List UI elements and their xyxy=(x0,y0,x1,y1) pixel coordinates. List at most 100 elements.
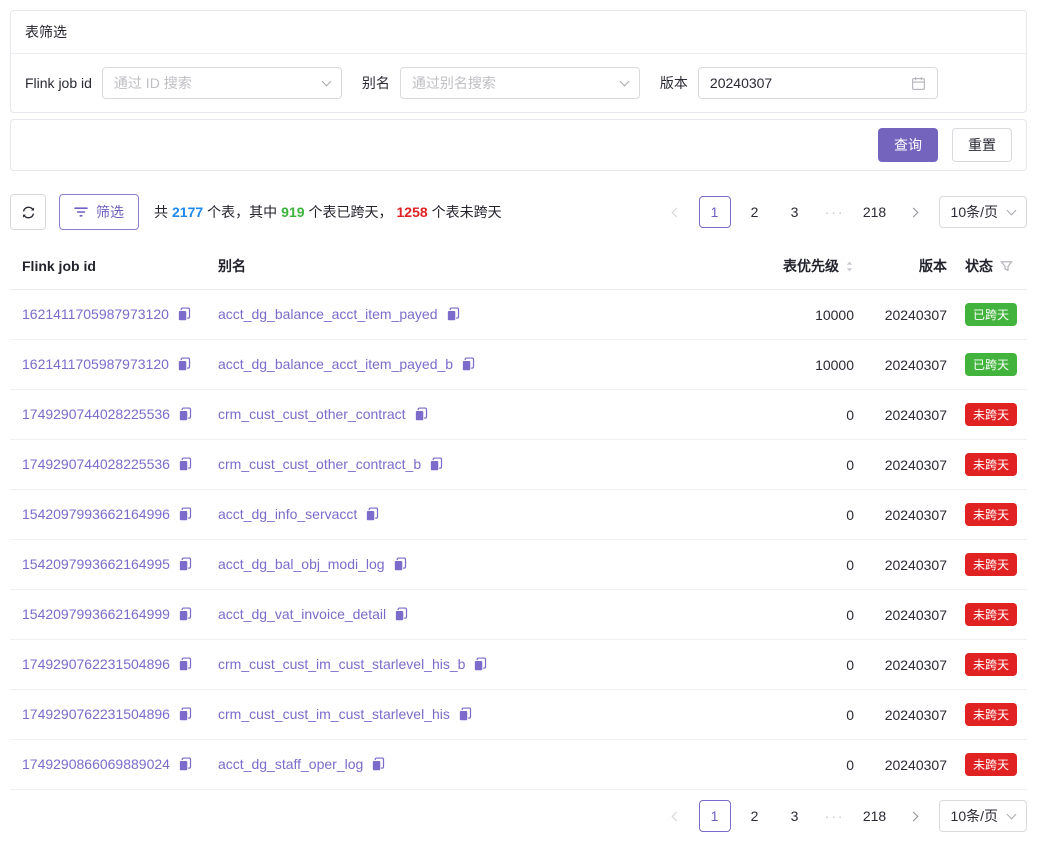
alias-value[interactable]: acct_dg_bal_obj_modi_log xyxy=(218,556,385,572)
table-row[interactable]: 1542097993662164996 acct_dg_info_servacc… xyxy=(10,490,1027,540)
version-value: 20240307 xyxy=(856,590,951,640)
pagination-page-218[interactable]: 218 xyxy=(859,800,891,832)
refresh-button[interactable] xyxy=(10,194,46,230)
chevron-down-icon xyxy=(1007,205,1017,215)
copy-icon[interactable] xyxy=(394,607,408,624)
reset-button[interactable]: 重置 xyxy=(952,128,1012,162)
pagination-page-3[interactable]: 3 xyxy=(779,800,811,832)
pagination-page-2[interactable]: 2 xyxy=(739,196,771,228)
flink-job-id-value[interactable]: 1621411705987973120 xyxy=(22,356,169,372)
bottom-pagination-slot: 123···218 10条/页 xyxy=(659,800,1027,832)
pagination-page-218[interactable]: 218 xyxy=(859,196,891,228)
version-date-input[interactable]: 20240307 xyxy=(698,67,938,99)
table-row[interactable]: 1749290762231504896 crm_cust_cust_im_cus… xyxy=(10,640,1027,690)
priority-value: 0 xyxy=(746,440,856,490)
alias-value[interactable]: crm_cust_cust_other_contract xyxy=(218,406,406,422)
alias-select[interactable]: 通过别名搜索 xyxy=(400,67,640,99)
table-row[interactable]: 1542097993662164995 acct_dg_bal_obj_modi… xyxy=(10,540,1027,590)
flink-job-id-placeholder: 通过 ID 搜索 xyxy=(114,73,192,93)
flink-job-id-value[interactable]: 1749290744028225536 xyxy=(22,456,170,472)
flink-job-id-value[interactable]: 1542097993662164995 xyxy=(22,556,170,572)
copy-icon[interactable] xyxy=(458,707,472,724)
copy-icon[interactable] xyxy=(177,307,191,324)
status-badge: 已跨天 xyxy=(965,303,1017,326)
copy-icon[interactable] xyxy=(178,507,192,524)
header-status[interactable]: 状态 xyxy=(951,243,1027,290)
copy-icon[interactable] xyxy=(178,457,192,474)
alias-value[interactable]: acct_dg_balance_acct_item_payed xyxy=(218,306,438,322)
copy-icon[interactable] xyxy=(178,707,192,724)
table-row[interactable]: 1749290744028225536 crm_cust_cust_other_… xyxy=(10,440,1027,490)
pagination-page-1[interactable]: 1 xyxy=(699,800,731,832)
query-button[interactable]: 查询 xyxy=(878,128,938,162)
summary-part: 共 xyxy=(154,204,168,220)
filter-button[interactable]: 筛选 xyxy=(59,194,139,230)
flink-job-id-group: Flink job id 通过 ID 搜索 xyxy=(25,67,342,99)
copy-icon[interactable] xyxy=(473,657,487,674)
alias-value[interactable]: acct_dg_staff_oper_log xyxy=(218,756,363,772)
table-row[interactable]: 1621411705987973120 acct_dg_balance_acct… xyxy=(10,340,1027,390)
alias-value[interactable]: acct_dg_vat_invoice_detail xyxy=(218,606,386,622)
alias-value[interactable]: crm_cust_cust_im_cust_starlevel_his xyxy=(218,706,450,722)
copy-icon[interactable] xyxy=(178,607,192,624)
sort-icon[interactable] xyxy=(845,260,854,273)
flink-job-id-value[interactable]: 1621411705987973120 xyxy=(22,306,169,322)
page: 表筛选 Flink job id 通过 ID 搜索 别名 通过别名搜索 版本 xyxy=(0,0,1037,844)
copy-icon[interactable] xyxy=(461,357,475,374)
copy-icon[interactable] xyxy=(178,657,192,674)
chevron-left-icon xyxy=(671,811,681,821)
version-value: 20240307 xyxy=(856,390,951,440)
funnel-filter-icon[interactable] xyxy=(1000,260,1013,273)
copy-icon[interactable] xyxy=(177,357,191,374)
pagination: 123···218 10条/页 xyxy=(659,196,1027,228)
copy-icon[interactable] xyxy=(414,407,428,424)
version-label: 版本 xyxy=(660,73,688,93)
pagination-pages: 123···218 xyxy=(699,800,891,832)
table-row[interactable]: 1621411705987973120 acct_dg_balance_acct… xyxy=(10,290,1027,340)
alias-value[interactable]: crm_cust_cust_other_contract_b xyxy=(218,456,421,472)
header-alias[interactable]: 别名 xyxy=(206,243,746,290)
calendar-icon xyxy=(911,76,926,91)
flink-job-id-value[interactable]: 1749290866069889024 xyxy=(22,756,170,772)
table-row[interactable]: 1749290744028225536 crm_cust_cust_other_… xyxy=(10,390,1027,440)
header-version[interactable]: 版本 xyxy=(856,243,951,290)
copy-icon[interactable] xyxy=(429,457,443,474)
copy-icon[interactable] xyxy=(371,757,385,774)
flink-job-id-select[interactable]: 通过 ID 搜索 xyxy=(102,67,342,99)
page-size-select[interactable]: 10条/页 xyxy=(939,800,1027,832)
status-badge: 未跨天 xyxy=(965,403,1017,426)
pagination-ellipsis: ··· xyxy=(819,800,851,832)
header-priority[interactable]: 表优先级 xyxy=(746,243,856,290)
header-flink-job-id[interactable]: Flink job id xyxy=(10,243,206,290)
copy-icon[interactable] xyxy=(446,307,460,324)
alias-value[interactable]: crm_cust_cust_im_cust_starlevel_his_b xyxy=(218,656,465,672)
pagination-page-2[interactable]: 2 xyxy=(739,800,771,832)
flink-job-id-value[interactable]: 1749290762231504896 xyxy=(22,706,170,722)
pagination-next-button[interactable] xyxy=(899,196,931,228)
copy-icon[interactable] xyxy=(178,557,192,574)
flink-job-id-value[interactable]: 1542097993662164996 xyxy=(22,506,170,522)
flink-job-id-value[interactable]: 1542097993662164999 xyxy=(22,606,170,622)
total-count: 2177 xyxy=(172,204,203,220)
alias-value[interactable]: acct_dg_info_servacct xyxy=(218,506,357,522)
version-value: 20240307 xyxy=(856,340,951,390)
copy-icon[interactable] xyxy=(178,407,192,424)
pagination-next-button[interactable] xyxy=(899,800,931,832)
pagination-prev-button[interactable] xyxy=(659,800,691,832)
copy-icon[interactable] xyxy=(178,757,192,774)
flink-job-id-value[interactable]: 1749290744028225536 xyxy=(22,406,170,422)
summary-part: 个表已跨天， xyxy=(309,204,393,220)
pagination-page-1[interactable]: 1 xyxy=(699,196,731,228)
table-row[interactable]: 1542097993662164999 acct_dg_vat_invoice_… xyxy=(10,590,1027,640)
flink-job-id-value[interactable]: 1749290762231504896 xyxy=(22,656,170,672)
summary-part: 个表，其中 xyxy=(207,204,277,220)
pagination-prev-button[interactable] xyxy=(659,196,691,228)
copy-icon[interactable] xyxy=(393,557,407,574)
table-row[interactable]: 1749290866069889024 acct_dg_staff_oper_l… xyxy=(10,740,1027,790)
alias-value[interactable]: acct_dg_balance_acct_item_payed_b xyxy=(218,356,453,372)
table-row[interactable]: 1749290762231504896 crm_cust_cust_im_cus… xyxy=(10,690,1027,740)
pagination-page-3[interactable]: 3 xyxy=(779,196,811,228)
copy-icon[interactable] xyxy=(365,507,379,524)
page-size-select[interactable]: 10条/页 xyxy=(939,196,1027,228)
summary-part: 个表未跨天 xyxy=(432,204,502,220)
